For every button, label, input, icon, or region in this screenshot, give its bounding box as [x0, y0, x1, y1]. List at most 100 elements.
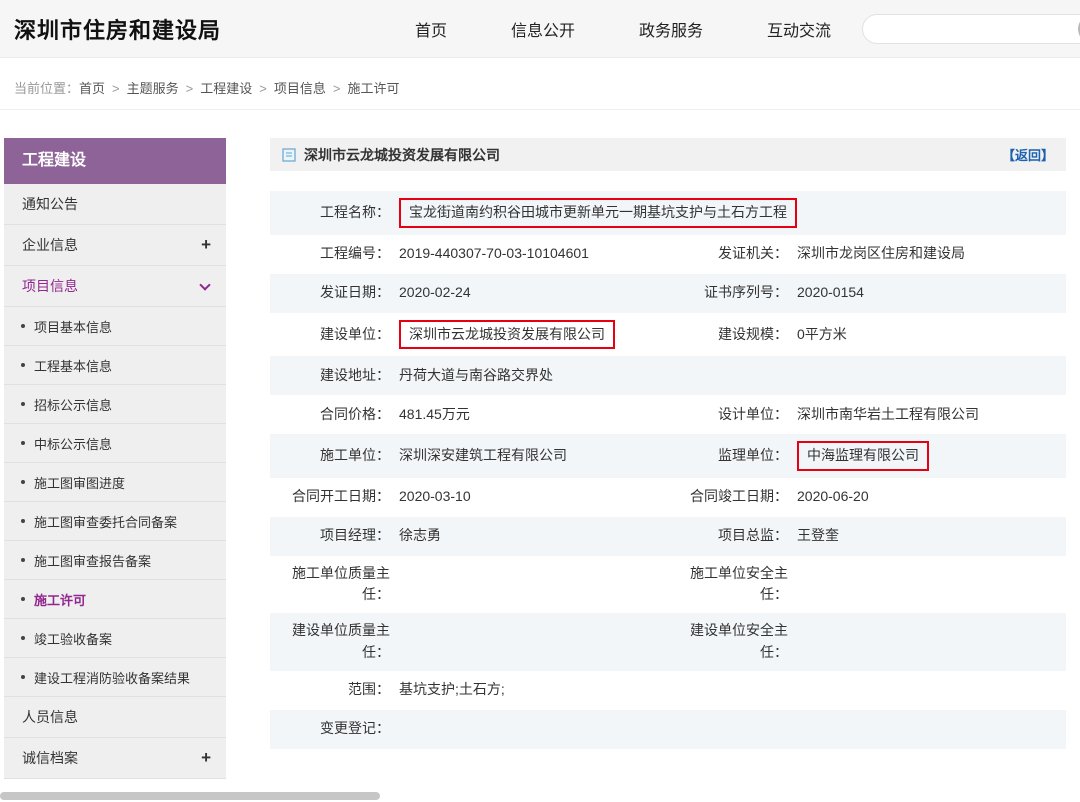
- table-row: 工程名称：宝龙街道南约积谷田城市更新单元一期基坑支护与土石方工程: [270, 191, 1066, 235]
- table-row: 变更登记：: [270, 710, 1066, 749]
- sidebar-item-label: 项目信息: [22, 276, 78, 296]
- sidebar: 工程建设 通知公告企业信息 + 项目信息项目基本信息工程基本信息招标公示信息中标公示…: [4, 138, 226, 779]
- main-titlebar: 深圳市云龙城投资发展有限公司 【返回】: [270, 138, 1066, 171]
- field-label: 发证日期：: [270, 282, 390, 304]
- sidebar-title: 工程建设: [4, 138, 226, 184]
- field: 建设规模：0平方米: [668, 313, 1066, 357]
- sidebar-item[interactable]: 项目信息: [4, 266, 226, 307]
- sidebar-item[interactable]: 通知公告: [4, 184, 226, 225]
- sidebar-item[interactable]: 施工许可: [4, 580, 226, 619]
- sidebar-item-label: 工程基本信息: [34, 356, 112, 375]
- table-row: 项目经理：徐志勇项目总监：王登奎: [270, 517, 1066, 556]
- field-label: 合同价格：: [270, 404, 390, 426]
- sidebar-item-label: 通知公告: [22, 194, 78, 214]
- horizontal-scrollbar[interactable]: [0, 792, 380, 800]
- site-logo: 深圳市住房和建设局: [14, 13, 221, 45]
- breadcrumb-link[interactable]: 工程建设: [200, 81, 252, 96]
- sidebar-item[interactable]: 竣工验收备案: [4, 619, 226, 658]
- search-input[interactable]: [863, 15, 1078, 43]
- sidebar-item[interactable]: 企业信息 +: [4, 225, 226, 266]
- nav-item-4[interactable]: 互动交流: [767, 17, 831, 41]
- field: 监理单位：中海监理有限公司: [668, 434, 1066, 478]
- search-box: [862, 14, 1080, 44]
- field-value-text: 2020-03-10: [399, 488, 471, 504]
- field-value-text: 2020-06-20: [797, 488, 869, 504]
- sidebar-item-label: 企业信息: [22, 235, 78, 255]
- sidebar-item-label: 建设工程消防验收备案结果: [34, 668, 190, 687]
- top-nav: 首页 信息公开 政务服务 互动交流: [415, 17, 831, 41]
- sidebar-item[interactable]: 项目基本信息: [4, 307, 226, 346]
- field-value: 2020-0154: [788, 283, 864, 303]
- field: 施工单位质量主任：: [270, 556, 668, 613]
- field: 合同价格：481.45万元: [270, 395, 668, 434]
- top-header: 深圳市住房和建设局 首页 信息公开 政务服务 互动交流: [0, 0, 1080, 58]
- field: 发证机关：深圳市龙岗区住房和建设局: [668, 235, 1066, 274]
- field-value: 深圳深安建筑工程有限公司: [390, 446, 567, 466]
- sidebar-item[interactable]: 工程基本信息: [4, 346, 226, 385]
- bullet-icon: [21, 675, 25, 679]
- field-label: 建设单位：: [270, 324, 390, 346]
- breadcrumb-separator: >: [259, 81, 267, 96]
- field-value-text: 2019-440307-70-03-10104601: [399, 245, 589, 261]
- nav-item-3[interactable]: 政务服务: [639, 17, 703, 41]
- red-annotation-box: 深圳市云龙城投资发展有限公司: [399, 320, 615, 350]
- field: 施工单位安全主任：: [668, 556, 1066, 613]
- field-label: 工程编号：: [270, 243, 390, 265]
- sidebar-item[interactable]: 施工图审图进度: [4, 463, 226, 502]
- breadcrumb: 当前位置：首页>主题服务>工程建设>项目信息>施工许可: [0, 58, 1080, 110]
- breadcrumb-link[interactable]: 首页: [79, 81, 105, 96]
- table-row: 范围：基坑支护;土石方;: [270, 671, 1066, 710]
- sidebar-item-label: 施工许可: [34, 590, 86, 609]
- breadcrumb-separator: >: [186, 81, 194, 96]
- sidebar-item[interactable]: 中标公示信息: [4, 424, 226, 463]
- field-label: 施工单位安全主任：: [668, 563, 788, 606]
- sidebar-item-label: 施工图审图进度: [34, 473, 125, 492]
- sidebar-item[interactable]: 诚信档案+: [4, 738, 226, 779]
- sidebar-item[interactable]: 施工图审查报告备案: [4, 541, 226, 580]
- field: 建设单位： 深圳市云龙城投资发展有限公司: [270, 313, 668, 357]
- field: 设计单位：深圳市南华岩土工程有限公司: [668, 395, 1066, 434]
- table-row: 建设单位： 深圳市云龙城投资发展有限公司 建设规模：0平方米: [270, 313, 1066, 357]
- plus-icon: +: [201, 235, 211, 255]
- nav-item-2[interactable]: 信息公开: [511, 17, 575, 41]
- field: 发证日期：2020-02-24: [270, 274, 668, 313]
- field-value: 中海监理有限公司: [788, 441, 929, 471]
- table-row: 发证日期：2020-02-24证书序列号：2020-0154: [270, 274, 1066, 313]
- breadcrumb-link[interactable]: 主题服务: [127, 81, 179, 96]
- table-row: 建设单位质量主任：建设单位安全主任：: [270, 613, 1066, 670]
- breadcrumb-prefix: 当前位置：: [14, 81, 79, 96]
- bullet-icon: [21, 558, 25, 562]
- breadcrumb-link[interactable]: 项目信息: [274, 81, 326, 96]
- page-title: 深圳市云龙城投资发展有限公司: [304, 145, 500, 165]
- field-label: 变更登记：: [270, 718, 390, 740]
- breadcrumb-separator: >: [333, 81, 341, 96]
- document-icon: [282, 148, 296, 162]
- field-value-text: 深圳市龙岗区住房和建设局: [797, 245, 965, 261]
- breadcrumb-link[interactable]: 施工许可: [347, 81, 399, 96]
- sidebar-item[interactable]: 人员信息: [4, 697, 226, 738]
- bullet-icon: [21, 324, 25, 328]
- field: 建设单位质量主任：: [270, 613, 668, 670]
- table-row: 建设地址：丹荷大道与南谷路交界处: [270, 356, 1066, 395]
- field: 范围：基坑支护;土石方;: [270, 671, 1066, 710]
- field-value: 宝龙街道南约积谷田城市更新单元一期基坑支护与土石方工程: [390, 198, 797, 228]
- field-value: 丹荷大道与南谷路交界处: [390, 366, 553, 386]
- field-value: 2020-02-24: [390, 283, 471, 303]
- field-value: 徐志勇: [390, 526, 441, 546]
- sidebar-item[interactable]: 施工图审查委托合同备案: [4, 502, 226, 541]
- field-value: 2020-06-20: [788, 487, 869, 507]
- table-row: 工程编号： 2019-440307-70-03-10104601 发证机关：深圳市龙…: [270, 235, 1066, 274]
- detail-table: 工程名称：宝龙街道南约积谷田城市更新单元一期基坑支护与土石方工程工程编号： 201…: [270, 191, 1066, 749]
- field-value-text: 深圳市南华岩土工程有限公司: [797, 406, 979, 422]
- field: 证书序列号：2020-0154: [668, 274, 1066, 313]
- plus-icon: +: [201, 748, 211, 768]
- sidebar-item[interactable]: 招标公示信息: [4, 385, 226, 424]
- field-value-text: 0平方米: [797, 326, 847, 342]
- sidebar-item-label: 人员信息: [22, 707, 78, 727]
- nav-item-1[interactable]: 首页: [415, 17, 447, 41]
- field: 项目总监：王登奎: [668, 517, 1066, 556]
- sidebar-item[interactable]: 建设工程消防验收备案结果: [4, 658, 226, 697]
- back-link[interactable]: 【返回】: [1002, 145, 1054, 164]
- field-value: 深圳市龙岗区住房和建设局: [788, 244, 965, 264]
- bullet-icon: [21, 363, 25, 367]
